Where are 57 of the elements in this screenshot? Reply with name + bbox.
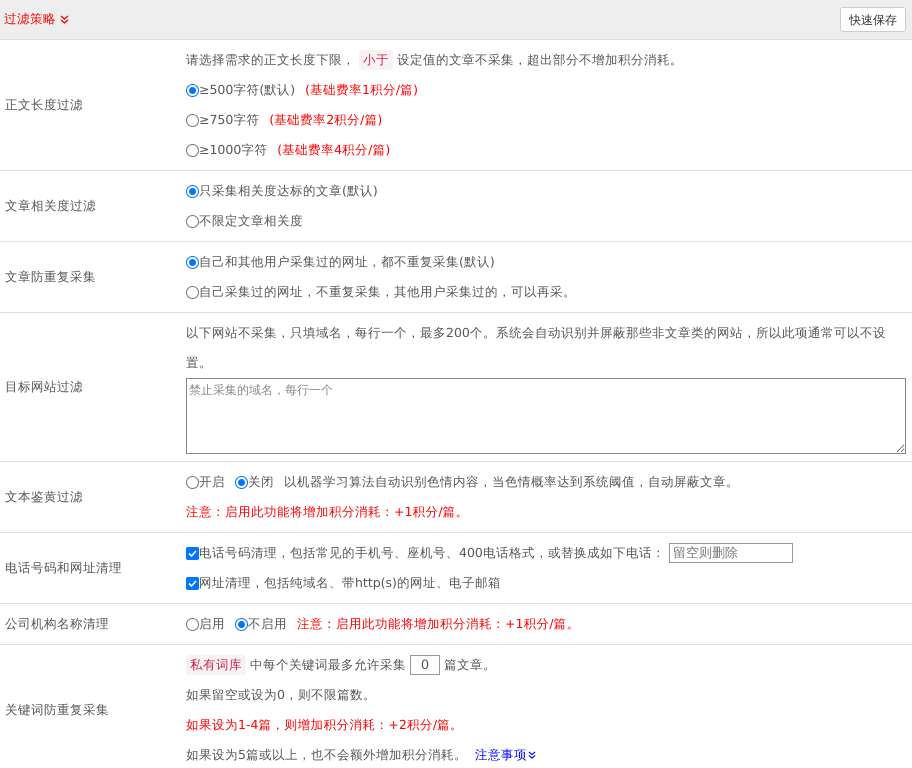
radio-button[interactable] [235,476,248,488]
row-label: 文本鉴黄过滤 [5,488,83,506]
row-label: 文章防重复采集 [5,268,96,286]
keyword-tag: 私有词库 [186,655,246,675]
radio-option[interactable]: 不启用 [235,614,287,634]
description-text: 以下网站不采集，只填域名，每行一个，最多200个。系统会自动识别并屏蔽那些非文章类的网站，所以此项通常可以不设置。 [186,324,887,372]
radio-button[interactable] [186,144,199,156]
warning-text: 注意：启用此功能将增加积分消耗：+1积分/篇。 [297,614,580,633]
radio-button[interactable] [186,256,199,268]
row-label: 公司机构名称清理 [5,614,109,633]
radio-option[interactable]: ≥500字符(默认) [186,80,296,100]
warning-text: (基础费率4积分/篇) [277,140,390,159]
row-label: 关键词防重复采集 [5,700,109,719]
row-label: 目标网站过滤 [5,378,83,396]
warning-text: (基础费率1积分/篇) [305,80,418,99]
limit-input-field[interactable]: 0 [410,655,440,675]
radio-button[interactable] [186,84,199,96]
warning-text: 注意：启用此功能将增加积分消耗：+1积分/篇。 [186,502,469,521]
radio-option[interactable]: 开启 [186,472,225,492]
radio-button[interactable] [186,618,199,630]
description-text: 篇文章。 [444,656,496,674]
radio-button[interactable] [186,214,199,228]
radio-button[interactable] [235,618,248,630]
description-text: 中每个关键词最多允许采集 [250,656,406,674]
description-text: 以机器学习算法自动识别色情内容，当色情概率达到系统阈值，自动屏蔽文章。 [284,473,739,491]
row-label: 正文长度过滤 [5,96,83,114]
radio-option[interactable]: 自己和其他用户采集过的网址，都不重复采集(默认) [186,252,495,272]
notes-link[interactable]: 注意事项 [474,746,536,764]
row-label: 电话号码和网址清理 [5,558,122,577]
phone-input-field[interactable]: 留空则删除 [668,543,793,563]
keyword-tag: 小于 [359,50,393,70]
warning-text: (基础费率2积分/篇) [269,110,382,129]
description-text: 请选择需求的正文长度下限， [186,51,355,69]
double-chevron-icon [528,751,536,759]
radio-button[interactable] [186,476,199,488]
radio-option[interactable]: ≥750字符 [186,110,260,130]
checkbox-option[interactable]: 电话号码清理，包括常见的手机号、座机号、400电话格式，或替换成如下电话： [186,544,665,562]
radio-button[interactable] [186,286,199,298]
radio-option[interactable]: 自己采集过的网址，不重复采集，其他用户采集过的，可以再采。 [186,282,576,302]
double-chevron-icon [60,15,69,24]
radio-button[interactable] [186,114,199,126]
description-text: 如果留空或设为0，则不限篇数。 [186,686,376,704]
radio-option[interactable]: 关闭 [235,472,274,492]
radio-option[interactable]: 只采集相关度达标的文章(默认) [186,182,378,200]
description-text: 设定值的文章不采集，超出部分不增加积分消耗。 [397,51,683,69]
warning-text: 如果设为1-4篇，则增加积分消耗：+2积分/篇。 [186,716,464,734]
domain-textarea[interactable]: 禁止采集的域名，每行一个 [186,378,906,454]
radio-button[interactable] [186,184,199,198]
checkbox-option[interactable]: 网址清理，包括纯域名、带http(s)的网址、电子邮箱 [186,574,501,592]
radio-option[interactable]: ≥1000字符 [186,140,268,160]
checkbox[interactable] [186,576,199,590]
radio-option[interactable]: 启用 [186,614,225,634]
description-text: 如果设为5篇或以上，也不会额外增加积分消耗。 [186,746,467,764]
checkbox[interactable] [186,546,199,560]
radio-option[interactable]: 不限定文章相关度 [186,212,303,230]
row-label: 文章相关度过滤 [5,196,96,215]
quick-save-button[interactable]: 快速保存 [840,7,906,32]
